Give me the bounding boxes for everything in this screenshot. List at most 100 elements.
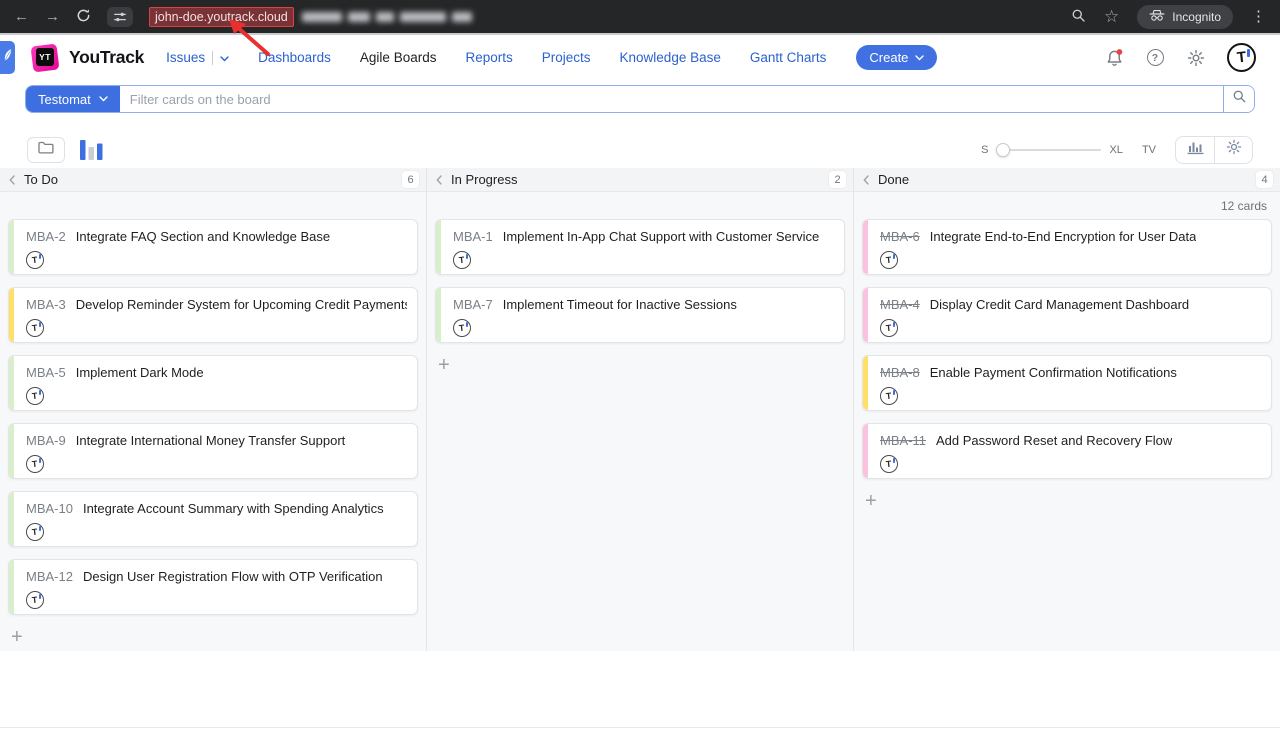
card-id[interactable]: MBA-4 <box>880 297 920 312</box>
tv-mode-button[interactable]: TV <box>1142 144 1156 156</box>
issue-card[interactable]: MBA-8 Enable Payment Confirmation Notifi… <box>862 355 1272 411</box>
card-id[interactable]: MBA-10 <box>26 501 73 516</box>
assignee-avatar[interactable]: T <box>880 387 898 405</box>
issue-card[interactable]: MBA-10 Integrate Account Summary with Sp… <box>8 491 418 547</box>
issue-card[interactable]: MBA-2 Integrate FAQ Section and Knowledg… <box>8 219 418 275</box>
card-id[interactable]: MBA-12 <box>26 569 73 584</box>
card-id[interactable]: MBA-9 <box>26 433 66 448</box>
create-button[interactable]: Create <box>856 45 937 70</box>
card-id[interactable]: MBA-2 <box>26 229 66 244</box>
nav-knowledge-base[interactable]: Knowledge Base <box>620 50 721 65</box>
card-id[interactable]: MBA-11 <box>880 433 926 448</box>
card-id[interactable]: MBA-7 <box>453 297 493 312</box>
issue-card[interactable]: MBA-12 Design User Registration Flow wit… <box>8 559 418 615</box>
back-icon[interactable]: ← <box>14 9 29 24</box>
assignee-avatar-letter: T <box>886 323 892 333</box>
browser-menu-icon[interactable]: ⋮ <box>1251 9 1266 24</box>
side-panel-tab[interactable] <box>0 41 15 74</box>
card-title[interactable]: Enable Payment Confirmation Notification… <box>930 365 1177 380</box>
url-text[interactable]: john-doe.youtrack.cloud <box>149 7 294 27</box>
add-card-button[interactable]: + <box>865 491 887 511</box>
issue-card[interactable]: MBA-7 Implement Timeout for Inactive Ses… <box>435 287 845 343</box>
reload-icon[interactable] <box>76 8 91 26</box>
chart-view-button[interactable] <box>1176 137 1214 163</box>
assignee-avatar[interactable]: T <box>26 387 44 405</box>
board-selector-button[interactable]: Testomat <box>26 86 120 112</box>
nav-agile-boards[interactable]: Agile Boards <box>360 50 437 65</box>
site-settings-icon[interactable] <box>107 7 133 27</box>
assignee-avatar[interactable]: T <box>26 523 44 541</box>
card-title[interactable]: Integrate End-to-End Encryption for User… <box>930 229 1197 244</box>
backlog-button[interactable] <box>27 137 65 163</box>
nav-reports[interactable]: Reports <box>465 50 512 65</box>
slider-knob[interactable] <box>996 143 1010 157</box>
assignee-avatar[interactable]: T <box>26 319 44 337</box>
issue-card[interactable]: MBA-11 Add Password Reset and Recovery F… <box>862 423 1272 479</box>
assignee-avatar[interactable]: T <box>880 319 898 337</box>
card-id[interactable]: MBA-1 <box>453 229 493 244</box>
add-card-button[interactable]: + <box>438 355 460 375</box>
assignee-avatar[interactable]: T <box>880 455 898 473</box>
board-settings-button[interactable] <box>1214 137 1252 163</box>
board-column: Done 4 MBA-6 Integrate End-to-End Encryp… <box>853 168 1280 651</box>
card-title[interactable]: Implement Dark Mode <box>76 365 204 380</box>
board-chart-icon[interactable] <box>80 140 103 160</box>
column-header: To Do 6 <box>0 168 426 192</box>
card-title[interactable]: Integrate FAQ Section and Knowledge Base <box>76 229 330 244</box>
issues-dropdown-icon[interactable] <box>220 50 229 65</box>
assignee-avatar[interactable]: T <box>26 455 44 473</box>
assignee-avatar[interactable]: T <box>453 251 471 269</box>
nav-issues[interactable]: Issues <box>166 50 205 65</box>
card-size-slider[interactable] <box>996 143 1101 157</box>
nav-dashboards[interactable]: Dashboards <box>258 50 331 65</box>
issue-card[interactable]: MBA-6 Integrate End-to-End Encryption fo… <box>862 219 1272 275</box>
collapse-column-icon[interactable] <box>861 173 871 187</box>
card-title[interactable]: Integrate International Money Transfer S… <box>76 433 346 448</box>
assignee-avatar[interactable]: T <box>880 251 898 269</box>
issue-card[interactable]: MBA-4 Display Credit Card Management Das… <box>862 287 1272 343</box>
page-bottom-divider <box>0 727 1280 728</box>
user-avatar[interactable]: T <box>1227 43 1256 72</box>
card-id[interactable]: MBA-5 <box>26 365 66 380</box>
issue-card[interactable]: MBA-3 Develop Reminder System for Upcomi… <box>8 287 418 343</box>
card-id[interactable]: MBA-3 <box>26 297 66 312</box>
add-card-button[interactable]: + <box>11 627 33 647</box>
address-bar[interactable]: john-doe.youtrack.cloud <box>149 7 472 27</box>
collapse-column-icon[interactable] <box>434 173 444 187</box>
card-title[interactable]: Develop Reminder System for Upcoming Cre… <box>76 297 407 312</box>
settings-gear-icon[interactable] <box>1186 48 1206 68</box>
assignee-avatar-letter: T <box>459 255 465 265</box>
card-title[interactable]: Implement Timeout for Inactive Sessions <box>503 297 737 312</box>
nav-gantt-charts[interactable]: Gantt Charts <box>750 50 827 65</box>
bookmark-star-icon[interactable]: ☆ <box>1104 8 1119 25</box>
zoom-icon[interactable] <box>1071 8 1086 26</box>
card-id[interactable]: MBA-6 <box>880 229 920 244</box>
youtrack-logo-icon[interactable]: YT <box>30 43 60 73</box>
assignee-avatar[interactable]: T <box>26 591 44 609</box>
assignee-avatar[interactable]: T <box>453 319 471 337</box>
assignee-avatar-letter: T <box>886 391 892 401</box>
column-count: 4 <box>1256 171 1273 188</box>
issue-card[interactable]: MBA-5 Implement Dark Mode T <box>8 355 418 411</box>
feather-icon <box>3 48 12 68</box>
card-title[interactable]: Implement In-App Chat Support with Custo… <box>503 229 819 244</box>
forward-icon[interactable]: → <box>45 9 60 24</box>
app-header: YT YouTrack Issues Dashboards Agile Boar… <box>0 35 1280 80</box>
card-title[interactable]: Integrate Account Summary with Spending … <box>83 501 384 516</box>
issue-card[interactable]: MBA-9 Integrate International Money Tran… <box>8 423 418 479</box>
collapse-column-icon[interactable] <box>7 173 17 187</box>
notifications-bell-icon[interactable] <box>1104 48 1124 68</box>
card-id[interactable]: MBA-8 <box>880 365 920 380</box>
card-title[interactable]: Add Password Reset and Recovery Flow <box>936 433 1172 448</box>
column-header: In Progress 2 <box>427 168 853 192</box>
filter-cards-input[interactable] <box>120 86 1223 112</box>
nav-projects[interactable]: Projects <box>542 50 591 65</box>
issue-card[interactable]: MBA-1 Implement In-App Chat Support with… <box>435 219 845 275</box>
card-title[interactable]: Design User Registration Flow with OTP V… <box>83 569 383 584</box>
help-icon[interactable]: ? <box>1145 48 1165 68</box>
nav-issues-group: Issues <box>166 50 229 65</box>
incognito-badge: Incognito <box>1137 5 1233 29</box>
search-button[interactable] <box>1223 86 1254 112</box>
assignee-avatar[interactable]: T <box>26 251 44 269</box>
card-title[interactable]: Display Credit Card Management Dashboard <box>930 297 1189 312</box>
